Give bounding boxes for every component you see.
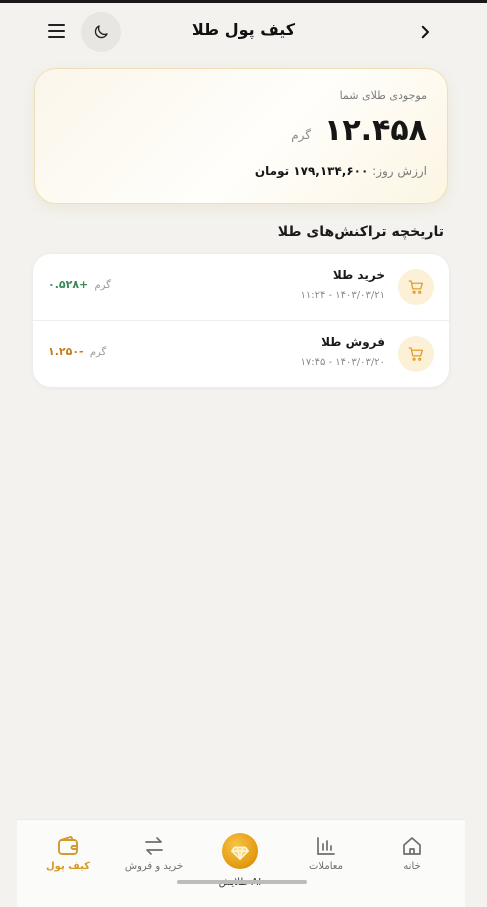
balance-value: ۱۷۹,۱۳۴,۶۰۰ تومان	[254, 164, 369, 178]
transaction-unit: گرم	[94, 280, 111, 291]
cart-icon	[398, 336, 434, 372]
transaction-date: ۱۱:۲۴ - ۱۴۰۳/۰۳/۲۱	[300, 290, 385, 301]
nav-label-home: خانه	[403, 861, 421, 872]
swap-arrows-icon	[145, 837, 163, 855]
transaction-amount: گرم +۰.۵۲۸	[48, 278, 111, 291]
transaction-unit: گرم	[89, 347, 107, 358]
balance-value-label: ارزش روز:	[372, 164, 427, 178]
transactions-section-title: تاریخچه تراکنش‌های طلا	[277, 224, 444, 240]
home-icon	[403, 837, 421, 855]
cart-icon	[398, 269, 434, 305]
gold-logo-icon[interactable]	[222, 833, 258, 869]
transaction-amount-value: +۰.۵۲۸	[48, 278, 89, 291]
balance-value-row: ارزش روز: ۱۷۹,۱۳۴,۶۰۰ تومان	[255, 164, 427, 178]
transaction-amount: گرم -۱.۲۵۰	[48, 345, 106, 358]
home-indicator	[177, 880, 307, 884]
transaction-amount-value: -۱.۲۵۰	[48, 345, 84, 358]
wallet-icon	[58, 836, 78, 855]
nav-item-wallet[interactable]: کیف پول	[23, 820, 113, 890]
transaction-date: ۱۷:۴۵ - ۱۴۰۳/۰۳/۲۰	[300, 357, 385, 368]
transaction-row[interactable]: فروش طلا ۱۷:۴۵ - ۱۴۰۳/۰۳/۲۰ گرم -۱.۲۵۰	[33, 320, 449, 386]
balance-unit: گرم	[291, 128, 311, 142]
nav-label-trade: خرید و فروش	[124, 861, 184, 872]
transaction-title: خرید طلا	[332, 268, 385, 282]
transaction-title: فروش طلا	[321, 335, 385, 349]
bar-chart-icon	[317, 837, 335, 855]
back-button[interactable]	[413, 20, 437, 44]
nav-item-home[interactable]: خانه	[367, 820, 457, 890]
transaction-row[interactable]: خرید طلا ۱۱:۲۴ - ۱۴۰۳/۰۳/۲۱ گرم +۰.۵۲۸	[33, 254, 449, 320]
bottom-navigation: کیف پول خرید و فروش طلایش AI معاملات خان…	[17, 819, 465, 907]
nav-label-trades: معاملات	[309, 861, 343, 872]
balance-amount: ۱۲.۴۵۸	[324, 113, 427, 148]
transactions-list: خرید طلا ۱۱:۲۴ - ۱۴۰۳/۰۳/۲۱ گرم +۰.۵۲۸ ف…	[33, 254, 449, 387]
app-header: کیف پول طلا	[0, 12, 487, 52]
status-bar-strip	[0, 0, 487, 3]
balance-label: موجودی طلای شما	[339, 89, 427, 102]
chevron-right-icon	[421, 25, 429, 39]
gold-balance-card: موجودی طلای شما ۱۲.۴۵۸ گرم ارزش روز: ۱۷۹…	[34, 68, 448, 204]
nav-label-wallet: کیف پول	[46, 861, 90, 872]
